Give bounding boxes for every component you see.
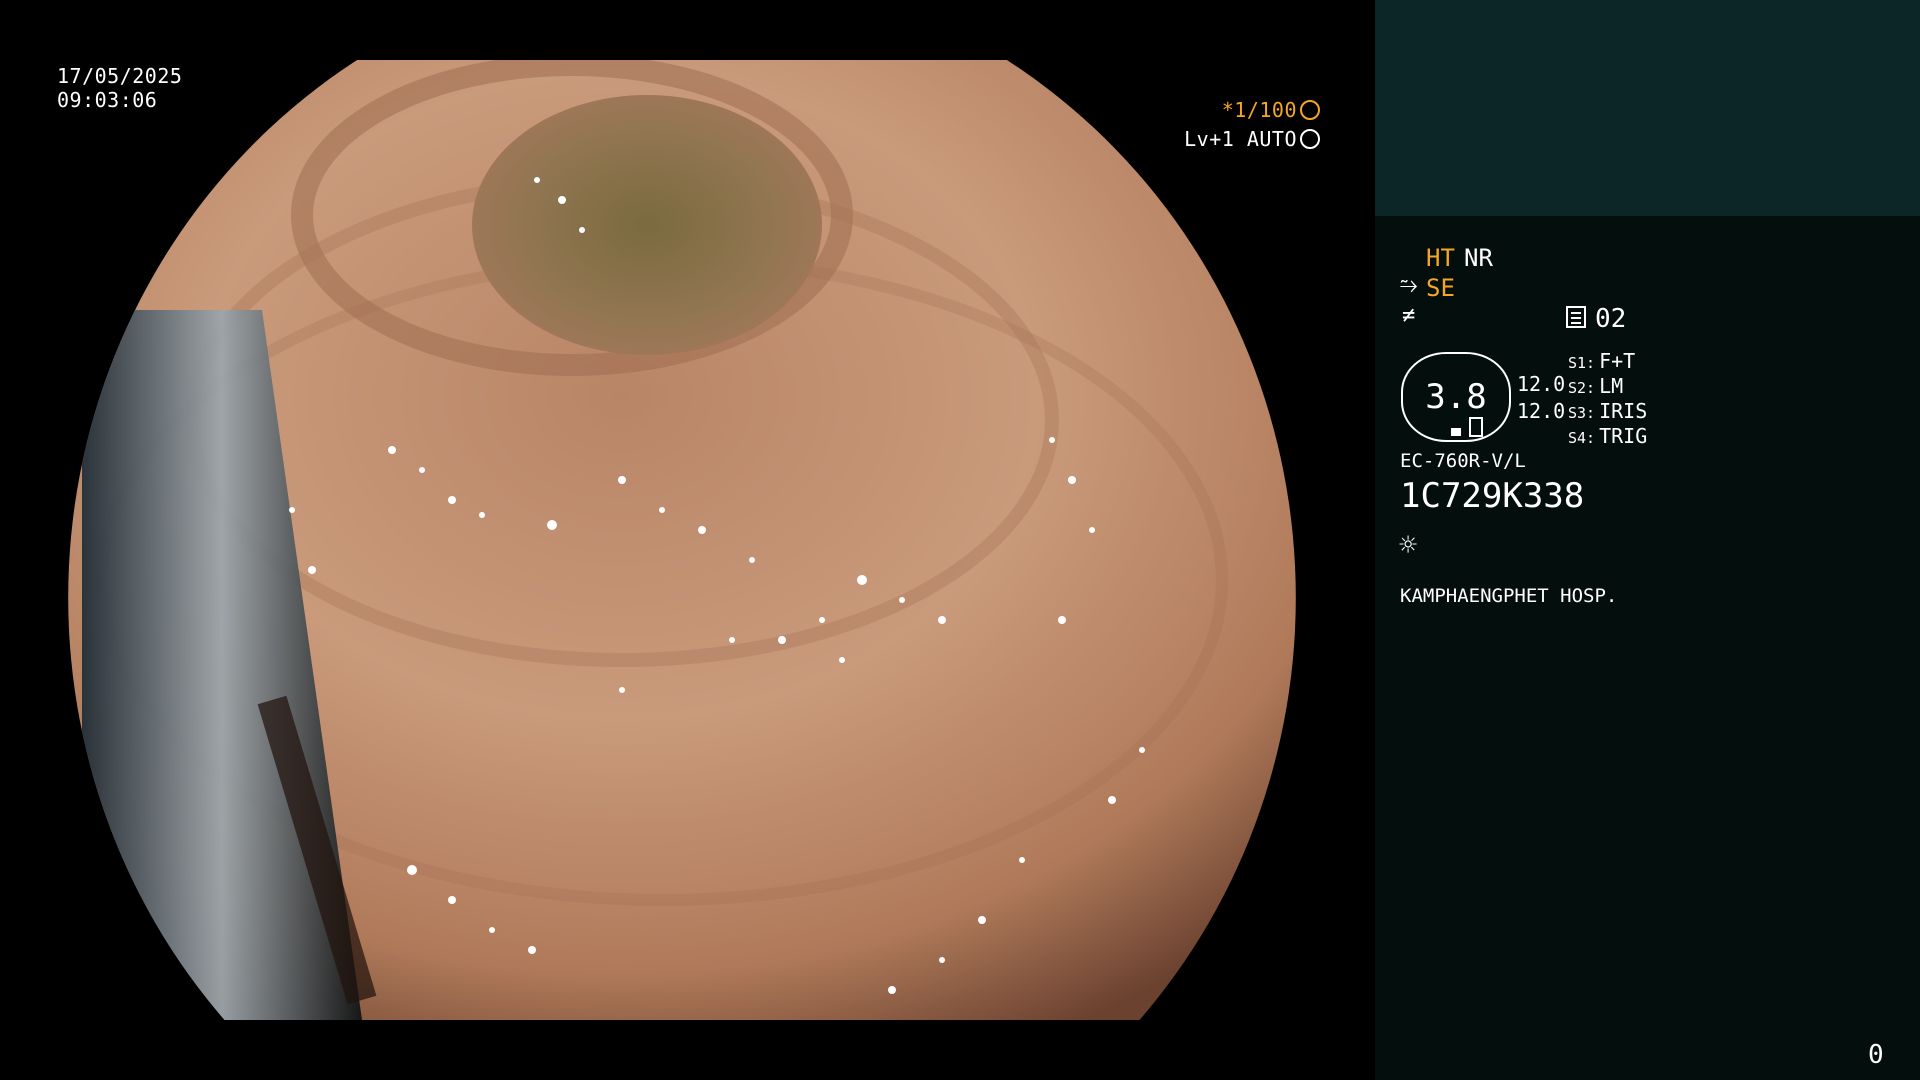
ht-indicator: HT bbox=[1426, 244, 1455, 272]
switch-1-key: S1: bbox=[1568, 354, 1596, 372]
page-counter: 0 bbox=[1868, 1040, 1884, 1070]
brightness-level: Lv+1 AUTO bbox=[1100, 127, 1320, 151]
se-icon: ⥲ bbox=[1400, 273, 1418, 298]
timestamp: 17/05/2025 09:03:06 bbox=[57, 64, 182, 112]
switch-2-key: S2: bbox=[1568, 379, 1596, 397]
record-icon bbox=[1566, 306, 1586, 328]
switch-1-value: F+T bbox=[1599, 349, 1636, 373]
zoom-angle-marker bbox=[1469, 417, 1483, 437]
switch-4-key: S4: bbox=[1568, 429, 1596, 447]
shutter-icon bbox=[1300, 100, 1320, 120]
se-indicator: SE bbox=[1426, 274, 1455, 302]
switch-4-value: TRIG bbox=[1599, 424, 1648, 448]
scope-serial: 1C729K338 bbox=[1400, 476, 1585, 516]
record-count: 02 bbox=[1595, 304, 1627, 334]
switch-3-key: S3: bbox=[1568, 404, 1596, 422]
scope-model: EC-760R-V/L bbox=[1400, 450, 1526, 472]
zoom-marker bbox=[1451, 428, 1461, 436]
zoom-value: 3.8 bbox=[1425, 377, 1487, 417]
panel-header-block bbox=[1375, 0, 1920, 216]
setting-value-a: 12.0 bbox=[1517, 372, 1566, 396]
endoscopic-image bbox=[68, 60, 1296, 1020]
endoscope-view-area: 17/05/2025 09:03:06 *1/100 Lv+1 AUTO bbox=[0, 0, 1375, 1080]
switch-1: S1: F+T bbox=[1568, 349, 1635, 373]
shutter-speed: *1/100 bbox=[1100, 98, 1320, 122]
time-text: 09:03:06 bbox=[57, 88, 158, 112]
zoom-badge-icon: 3.8 bbox=[1401, 352, 1511, 442]
date-text: 17/05/2025 bbox=[57, 64, 183, 88]
switch-3: S3: IRIS bbox=[1568, 399, 1647, 423]
freeze-icon: ≠ bbox=[1402, 303, 1416, 328]
light-source-icon: ☼ bbox=[1399, 528, 1418, 563]
switch-3-value: IRIS bbox=[1599, 399, 1648, 423]
switch-2: S2: LM bbox=[1568, 374, 1623, 398]
info-panel: HT NR ⥲ SE ≠ 02 3.8 12.0 12.0 S1: F+T S2:… bbox=[1375, 0, 1920, 1080]
level-text: Lv+1 AUTO bbox=[1184, 127, 1297, 151]
switch-2-value: LM bbox=[1599, 374, 1624, 398]
hospital-name: KAMPHAENGPHET HOSP. bbox=[1400, 585, 1618, 607]
colon-lumen-image bbox=[68, 60, 1296, 1020]
shutter-text: *1/100 bbox=[1221, 98, 1297, 122]
setting-value-b: 12.0 bbox=[1517, 399, 1566, 423]
switch-4: S4: TRIG bbox=[1568, 424, 1647, 448]
auto-iris-icon bbox=[1300, 129, 1320, 149]
nr-indicator: NR bbox=[1464, 244, 1493, 272]
